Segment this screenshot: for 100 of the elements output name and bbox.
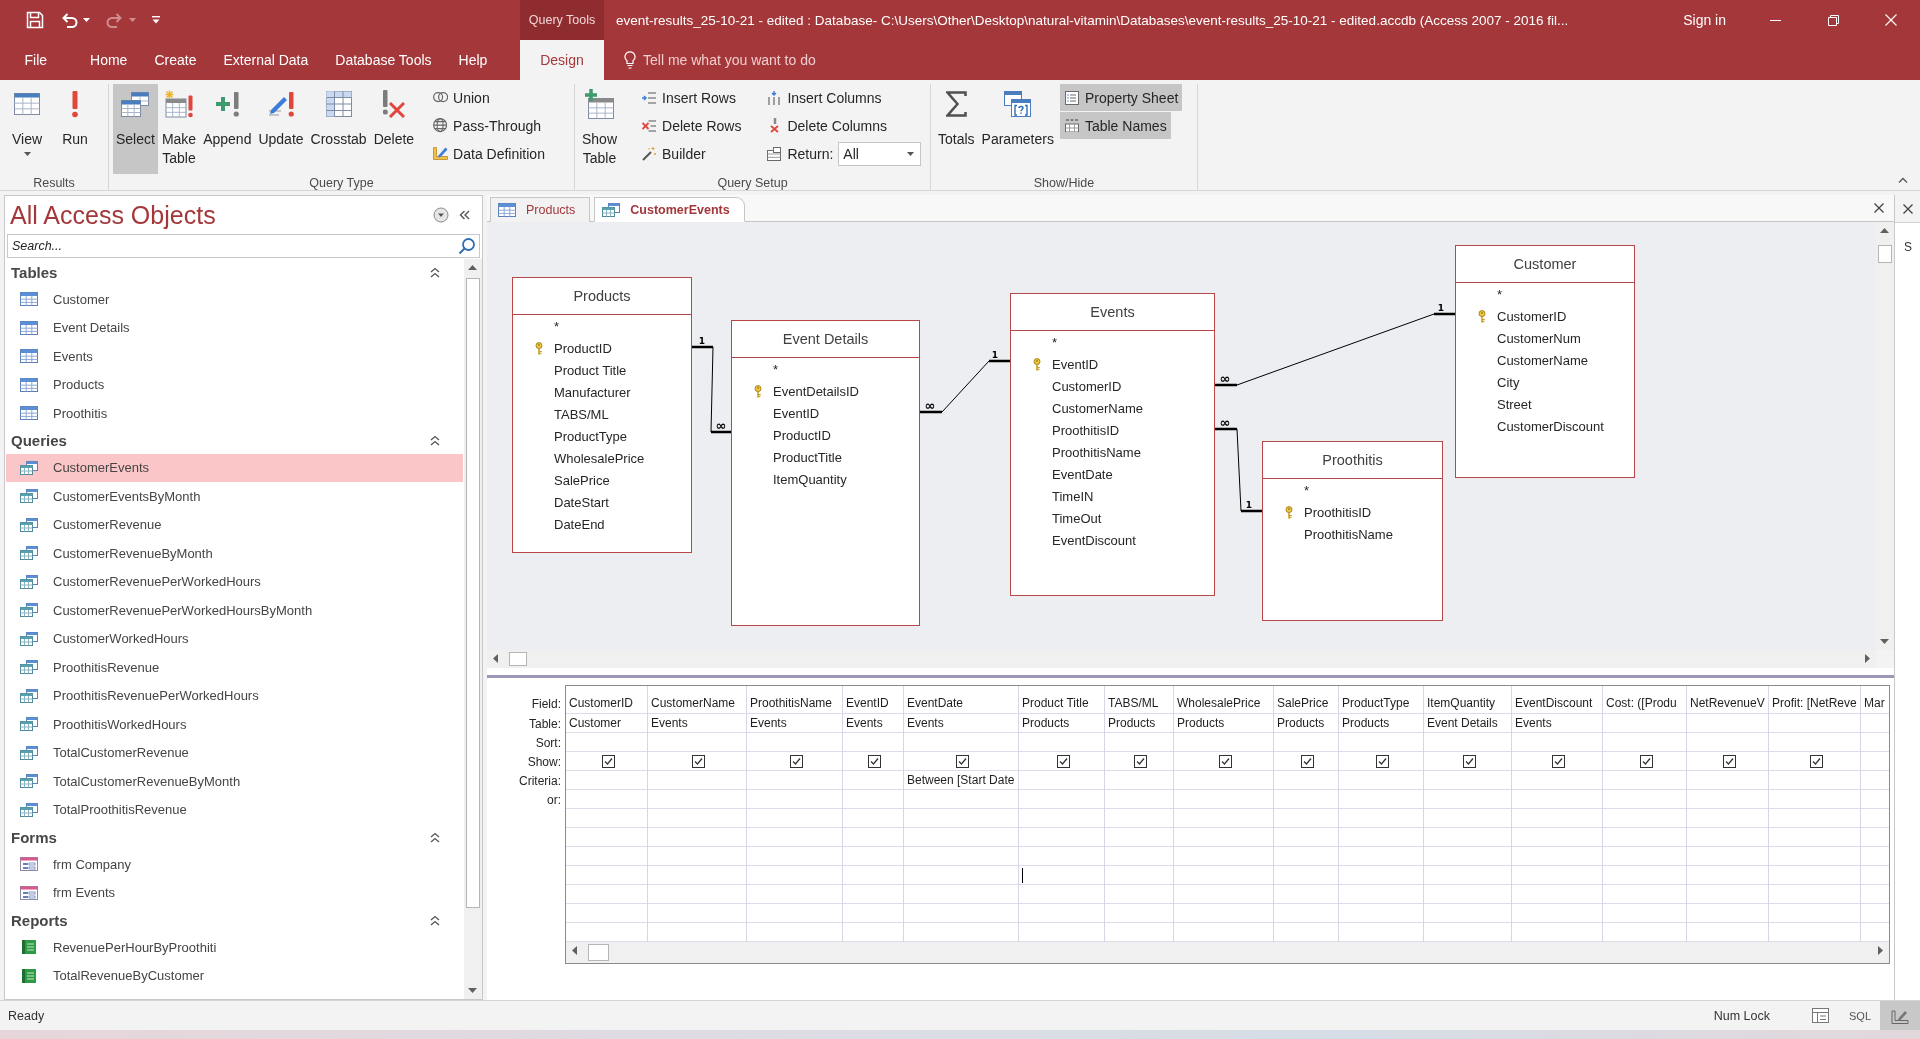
show-checkbox[interactable] xyxy=(1376,754,1389,768)
make-table-button[interactable]: Make Table xyxy=(158,84,200,174)
field-cell[interactable]: EventDiscount xyxy=(1512,686,1602,714)
table-name-cell[interactable]: Products xyxy=(1174,714,1273,733)
field-name[interactable]: DateEnd xyxy=(554,516,605,532)
vertical-scrollbar[interactable] xyxy=(464,259,482,999)
table-names-button[interactable]: Table Names xyxy=(1059,112,1171,139)
field-cell[interactable]: ProothitisName xyxy=(747,686,842,714)
field-cell[interactable]: Mar xyxy=(1861,686,1889,714)
ribbon-tab[interactable]: External Data xyxy=(209,40,322,80)
field-cell[interactable]: Profit: [NetReve xyxy=(1769,686,1860,714)
field-name[interactable]: * xyxy=(1052,334,1058,350)
nav-group-header[interactable]: Queries xyxy=(5,427,464,454)
field-list-title[interactable]: Customer xyxy=(1456,246,1634,283)
table-name-cell[interactable]: Products xyxy=(1339,714,1423,733)
scroll-up-arrow-icon[interactable] xyxy=(1880,228,1889,233)
nav-item[interactable]: CustomerRevenueByMonth xyxy=(6,539,463,568)
field-cell[interactable]: NetRevenueV xyxy=(1687,686,1768,714)
table-name-cell[interactable]: Event Details xyxy=(1424,714,1511,733)
field-list-title[interactable]: Proothitis xyxy=(1263,442,1442,479)
nav-item[interactable]: ProothitisRevenuePerWorkedHours xyxy=(6,681,463,710)
table-name-cell[interactable]: Events xyxy=(904,714,1018,733)
collapse-ribbon-button[interactable] xyxy=(1896,175,1910,185)
show-checkbox[interactable] xyxy=(789,754,803,768)
field-name[interactable]: * xyxy=(1304,482,1310,498)
field-name[interactable]: CustomerNum xyxy=(1497,330,1581,346)
field-name[interactable]: ProductTitle xyxy=(773,449,842,465)
field-cell[interactable]: Cost: ([Produ xyxy=(1603,686,1686,714)
show-checkbox[interactable] xyxy=(1056,754,1070,768)
nav-item[interactable]: Proothitis xyxy=(6,399,463,428)
field-cell[interactable]: TABS/ML xyxy=(1105,686,1173,714)
field-name[interactable]: ProothitisID xyxy=(1304,504,1372,520)
search-icon[interactable] xyxy=(458,237,476,255)
ribbon-tab[interactable]: Create xyxy=(140,40,210,80)
crosstab-button[interactable]: Crosstab xyxy=(307,84,370,174)
field-name[interactable]: CustomerDiscount xyxy=(1497,418,1604,434)
document-tab[interactable]: Products xyxy=(490,197,591,222)
nav-item[interactable]: Event Details xyxy=(6,313,463,342)
nav-item[interactable]: ProothitisWorkedHours xyxy=(6,710,463,739)
field-list[interactable]: Events * EventID CustomerID CustomerName ProothitisID ProothitisName EventDate TimeIN TimeOut EventDiscount xyxy=(1010,293,1215,596)
table-name-cell[interactable]: Customer xyxy=(566,714,647,733)
ribbon-tab[interactable]: Home xyxy=(76,40,141,80)
nav-group-header[interactable]: Tables xyxy=(5,259,464,285)
view-button[interactable]: View xyxy=(8,84,46,174)
scroll-up-arrow-icon[interactable] xyxy=(468,265,477,270)
scroll-right-arrow-icon[interactable] xyxy=(1865,654,1870,663)
show-checkbox[interactable] xyxy=(1809,754,1823,768)
update-button[interactable]: Update xyxy=(255,84,307,174)
show-checkbox[interactable] xyxy=(868,754,881,768)
nav-item[interactable]: CustomerEvents xyxy=(6,453,463,482)
field-list[interactable]: Customer * CustomerID CustomerNum CustomerName City Street CustomerDiscount xyxy=(1455,245,1635,478)
tell-me-field[interactable]: Tell me what you want to do xyxy=(643,48,893,72)
ribbon-tab[interactable]: File xyxy=(11,40,61,80)
field-name[interactable]: WholesalePrice xyxy=(554,450,645,466)
nav-item[interactable]: Products xyxy=(6,370,463,399)
nav-group-header[interactable]: Forms xyxy=(5,824,464,850)
field-name[interactable]: * xyxy=(773,361,779,377)
select-button[interactable]: Select xyxy=(113,84,158,174)
nav-item[interactable]: ProothitisRevenue xyxy=(6,653,463,682)
field-name[interactable]: ProductID xyxy=(554,340,612,356)
scroll-right-arrow-icon[interactable] xyxy=(1878,946,1883,955)
field-name[interactable]: ProductID xyxy=(773,427,831,443)
field-cell[interactable]: SalePrice xyxy=(1274,686,1338,714)
field-name[interactable]: CustomerID xyxy=(1052,378,1122,394)
field-name[interactable]: EventDetailsID xyxy=(773,383,859,399)
field-name[interactable]: TimeOut xyxy=(1052,510,1102,526)
delete-columns-button[interactable]: Delete Columns xyxy=(762,112,891,139)
nav-item[interactable]: CustomerRevenue xyxy=(6,510,463,539)
field-name[interactable]: Street xyxy=(1497,396,1532,412)
nav-item[interactable]: CustomerRevenuePerWorkedHours xyxy=(6,567,463,596)
table-name-cell[interactable]: Events xyxy=(843,714,903,733)
show-checkbox[interactable] xyxy=(1639,754,1653,768)
field-name[interactable]: * xyxy=(554,318,560,334)
data-definition-button[interactable]: Data Definition xyxy=(428,140,549,167)
field-name[interactable]: EventDiscount xyxy=(1052,532,1136,548)
scroll-left-arrow-icon[interactable] xyxy=(493,654,498,663)
field-name[interactable]: Manufacturer xyxy=(554,384,631,400)
scrollbar-thumb[interactable] xyxy=(588,944,609,961)
field-list[interactable]: Proothitis * ProothitisID ProothitisName xyxy=(1262,441,1443,621)
close-document-button[interactable] xyxy=(1872,201,1886,215)
field-name[interactable]: DateStart xyxy=(554,494,609,510)
field-name[interactable]: EventID xyxy=(773,405,820,421)
field-name[interactable]: City xyxy=(1497,374,1520,390)
field-list-title[interactable]: Events xyxy=(1011,294,1214,331)
nav-item[interactable]: TotalCustomerRevenue xyxy=(6,738,463,767)
append-button[interactable]: Append xyxy=(200,84,255,174)
field-list[interactable]: Products * ProductID Product Title Manufacturer TABS/ML ProductType WholesalePrice SalePrice DateStart DateEnd xyxy=(512,277,692,553)
run-button[interactable]: Run xyxy=(56,84,94,174)
nav-item[interactable]: Events xyxy=(6,342,463,371)
nav-item[interactable]: frm Company xyxy=(6,850,463,879)
field-name[interactable]: * xyxy=(1497,286,1503,302)
scrollbar-thumb[interactable] xyxy=(509,652,527,666)
union-button[interactable]: Union xyxy=(428,84,494,111)
field-name[interactable]: ProothitisName xyxy=(1304,526,1393,542)
nav-item[interactable]: TotalProothitisRevenue xyxy=(6,795,463,824)
return-dropdown[interactable]: All xyxy=(838,142,922,166)
field-cell[interactable]: EventID xyxy=(843,686,903,714)
nav-group-header[interactable]: Reports xyxy=(5,907,464,933)
field-name[interactable]: EventID xyxy=(1052,356,1099,372)
dropdown-circle-icon[interactable] xyxy=(433,207,449,223)
